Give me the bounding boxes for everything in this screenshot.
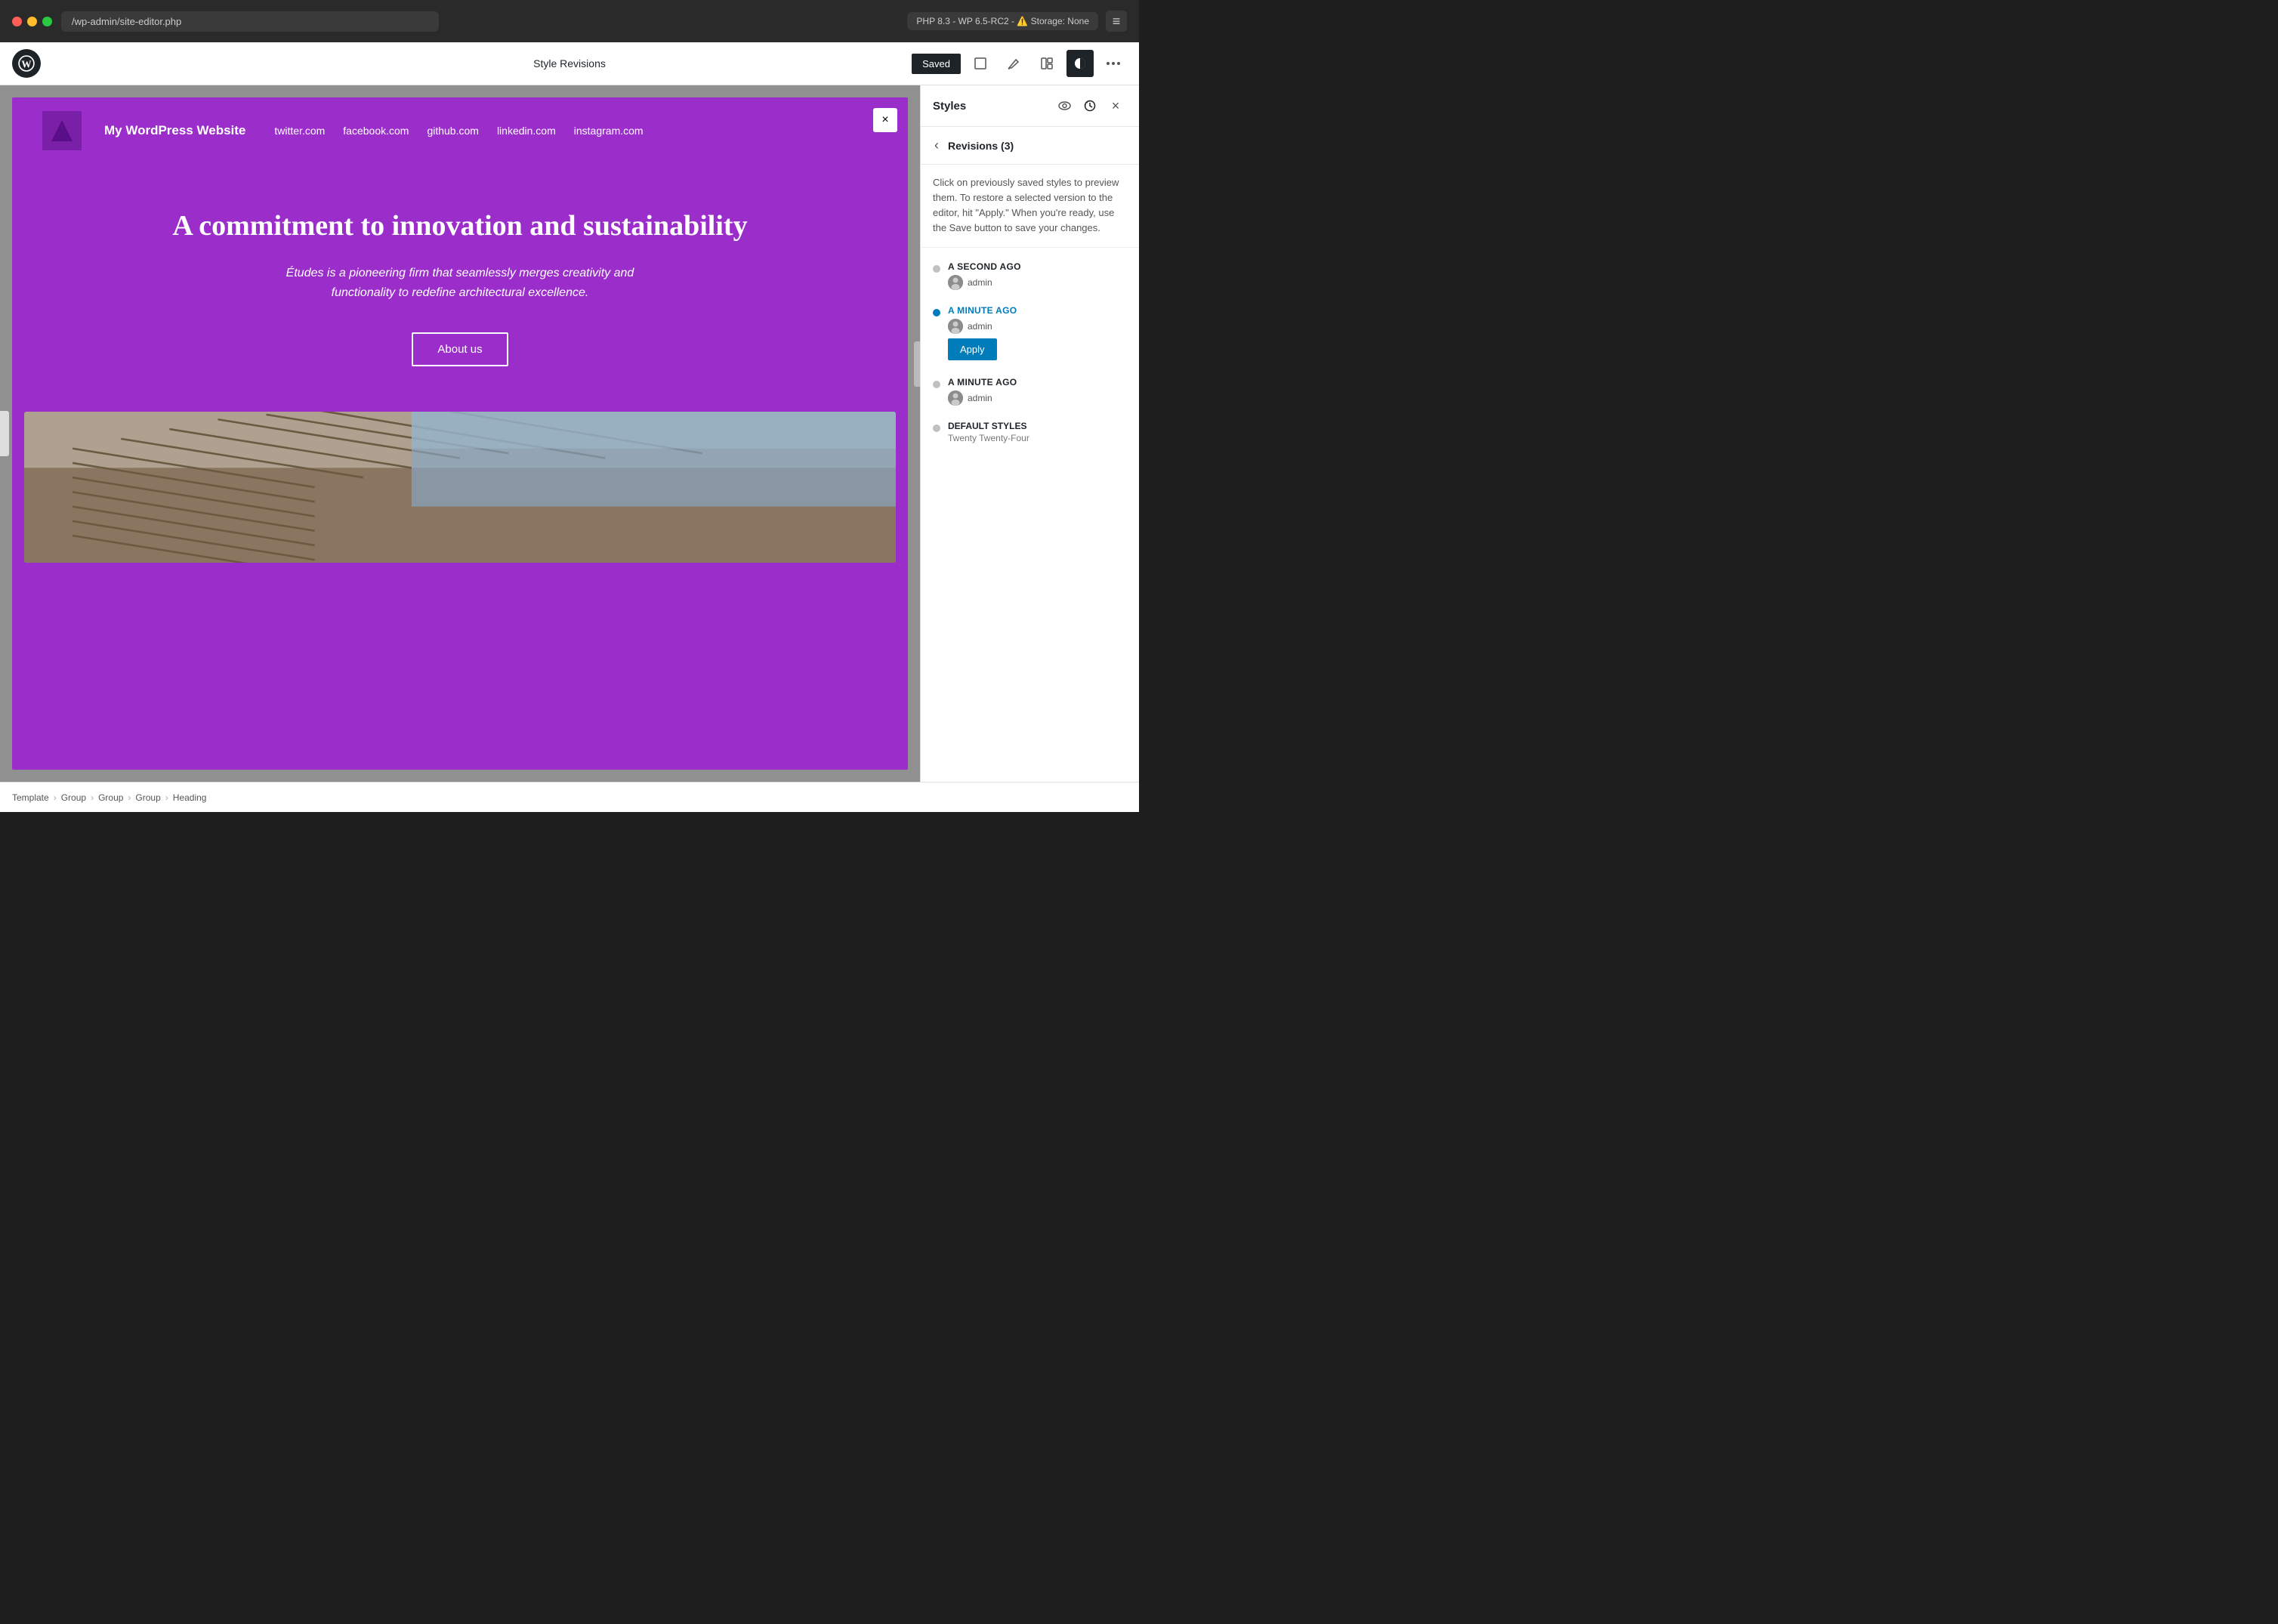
site-logo bbox=[42, 111, 82, 150]
admin-bar-title: Style Revisions bbox=[533, 57, 606, 69]
revision-time-2: A MINUTE AGO bbox=[948, 305, 1127, 316]
sidebar-header: Styles × bbox=[921, 85, 1139, 127]
breadcrumb-bar: Template › Group › Group › Group › Headi… bbox=[0, 782, 1139, 812]
browser-chrome: /wp-admin/site-editor.php PHP 8.3 - WP 6… bbox=[0, 0, 1139, 42]
close-sidebar-button[interactable]: × bbox=[1104, 94, 1127, 117]
site-header: My WordPress Website twitter.com faceboo… bbox=[12, 97, 908, 164]
revision-author-2: admin bbox=[948, 319, 1127, 334]
saved-button[interactable]: Saved bbox=[912, 54, 961, 74]
revision-dot-3 bbox=[933, 381, 940, 388]
breadcrumb-sep-3: › bbox=[128, 792, 131, 803]
breadcrumb-sep-1: › bbox=[54, 792, 57, 803]
revision-time-3: A MINUTE AGO bbox=[948, 377, 1127, 387]
site-nav: twitter.com facebook.com github.com link… bbox=[274, 125, 643, 137]
default-styles-item[interactable]: Default styles Twenty Twenty-Four bbox=[921, 413, 1139, 451]
revision-author-1: admin bbox=[948, 275, 1127, 290]
hero-subtitle: Études is a pioneering firm that seamles… bbox=[256, 264, 664, 302]
php-badge: PHP 8.3 - WP 6.5-RC2 - ⚠️ Storage: None bbox=[907, 12, 1098, 30]
canvas-area: My WordPress Website twitter.com faceboo… bbox=[0, 85, 920, 782]
history-icon-button[interactable] bbox=[1079, 94, 1101, 117]
author-avatar-3 bbox=[948, 391, 963, 406]
default-styles-theme: Twenty Twenty-Four bbox=[948, 433, 1127, 443]
apply-button[interactable]: Apply bbox=[948, 338, 997, 360]
breadcrumb-group-3[interactable]: Group bbox=[135, 792, 160, 803]
svg-text:W: W bbox=[21, 59, 31, 70]
revision-dot-2 bbox=[933, 309, 940, 316]
nav-link-github[interactable]: github.com bbox=[427, 125, 478, 137]
author-avatar-2 bbox=[948, 319, 963, 334]
revision-list: A SECOND AGO admin bbox=[921, 248, 1139, 457]
revisions-heading: Revisions (3) bbox=[948, 140, 1014, 152]
traffic-light-fullscreen[interactable] bbox=[42, 17, 52, 26]
close-preview-button[interactable]: × bbox=[873, 108, 897, 132]
breadcrumb-template[interactable]: Template bbox=[12, 792, 49, 803]
revisions-nav: ‹ Revisions (3) bbox=[921, 127, 1139, 165]
revisions-description: Click on previously saved styles to prev… bbox=[921, 165, 1139, 248]
right-scrollbar[interactable] bbox=[914, 341, 920, 387]
back-button[interactable]: ‹ bbox=[933, 136, 940, 155]
wp-admin-bar: W Style Revisions Saved bbox=[0, 42, 1139, 85]
revision-dot-1 bbox=[933, 265, 940, 273]
revision-item-2[interactable]: A MINUTE AGO admin Apply bbox=[921, 298, 1139, 369]
author-name-2: admin bbox=[968, 321, 992, 332]
hero-title: A commitment to innovation and sustainab… bbox=[42, 209, 878, 242]
default-styles-label: Default styles bbox=[948, 421, 1127, 431]
revision-item-1[interactable]: A SECOND AGO admin bbox=[921, 254, 1139, 298]
eye-icon-button[interactable] bbox=[1053, 94, 1076, 117]
sidebar: Styles × bbox=[920, 85, 1139, 782]
revision-time-1: A SECOND AGO bbox=[948, 261, 1127, 272]
revisions-panel: ‹ Revisions (3) Click on previously save… bbox=[921, 127, 1139, 782]
admin-bar-right: Saved bbox=[912, 50, 1127, 77]
wp-logo[interactable]: W bbox=[12, 49, 41, 78]
revision-item-3[interactable]: A MINUTE AGO admin bbox=[921, 369, 1139, 413]
site-title: My WordPress Website bbox=[104, 123, 245, 138]
author-name-1: admin bbox=[968, 277, 992, 288]
browser-menu-button[interactable]: ≡ bbox=[1106, 11, 1127, 32]
main-layout: My WordPress Website twitter.com faceboo… bbox=[0, 85, 1139, 782]
site-preview: My WordPress Website twitter.com faceboo… bbox=[12, 97, 908, 770]
breadcrumb-sep-4: › bbox=[165, 792, 168, 803]
brush-icon-button[interactable] bbox=[1000, 50, 1027, 77]
breadcrumb-sep-2: › bbox=[91, 792, 94, 803]
traffic-light-minimize[interactable] bbox=[27, 17, 37, 26]
layout-icon-button[interactable] bbox=[1033, 50, 1060, 77]
author-name-3: admin bbox=[968, 393, 992, 403]
more-options-button[interactable] bbox=[1100, 50, 1127, 77]
nav-link-facebook[interactable]: facebook.com bbox=[343, 125, 409, 137]
left-scrollbar[interactable] bbox=[0, 411, 9, 456]
contrast-icon-button[interactable] bbox=[1066, 50, 1094, 77]
revision-author-3: admin bbox=[948, 391, 1127, 406]
hero-section: A commitment to innovation and sustainab… bbox=[12, 164, 908, 397]
address-bar[interactable]: /wp-admin/site-editor.php bbox=[61, 11, 439, 32]
breadcrumb-heading[interactable]: Heading bbox=[173, 792, 207, 803]
breadcrumb-group-1[interactable]: Group bbox=[61, 792, 86, 803]
traffic-light-close[interactable] bbox=[12, 17, 22, 26]
preview-image bbox=[24, 412, 896, 563]
about-us-button[interactable]: About us bbox=[412, 332, 508, 366]
breadcrumb-group-2[interactable]: Group bbox=[98, 792, 123, 803]
sidebar-icons: × bbox=[1053, 94, 1127, 117]
author-avatar-1 bbox=[948, 275, 963, 290]
revision-dot-default bbox=[933, 425, 940, 432]
nav-link-twitter[interactable]: twitter.com bbox=[274, 125, 325, 137]
nav-link-instagram[interactable]: instagram.com bbox=[574, 125, 644, 137]
canvas-icon-button[interactable] bbox=[967, 50, 994, 77]
browser-right: PHP 8.3 - WP 6.5-RC2 - ⚠️ Storage: None … bbox=[907, 11, 1127, 32]
traffic-lights bbox=[12, 17, 52, 26]
sidebar-title: Styles bbox=[933, 100, 966, 113]
nav-link-linkedin[interactable]: linkedin.com bbox=[497, 125, 556, 137]
